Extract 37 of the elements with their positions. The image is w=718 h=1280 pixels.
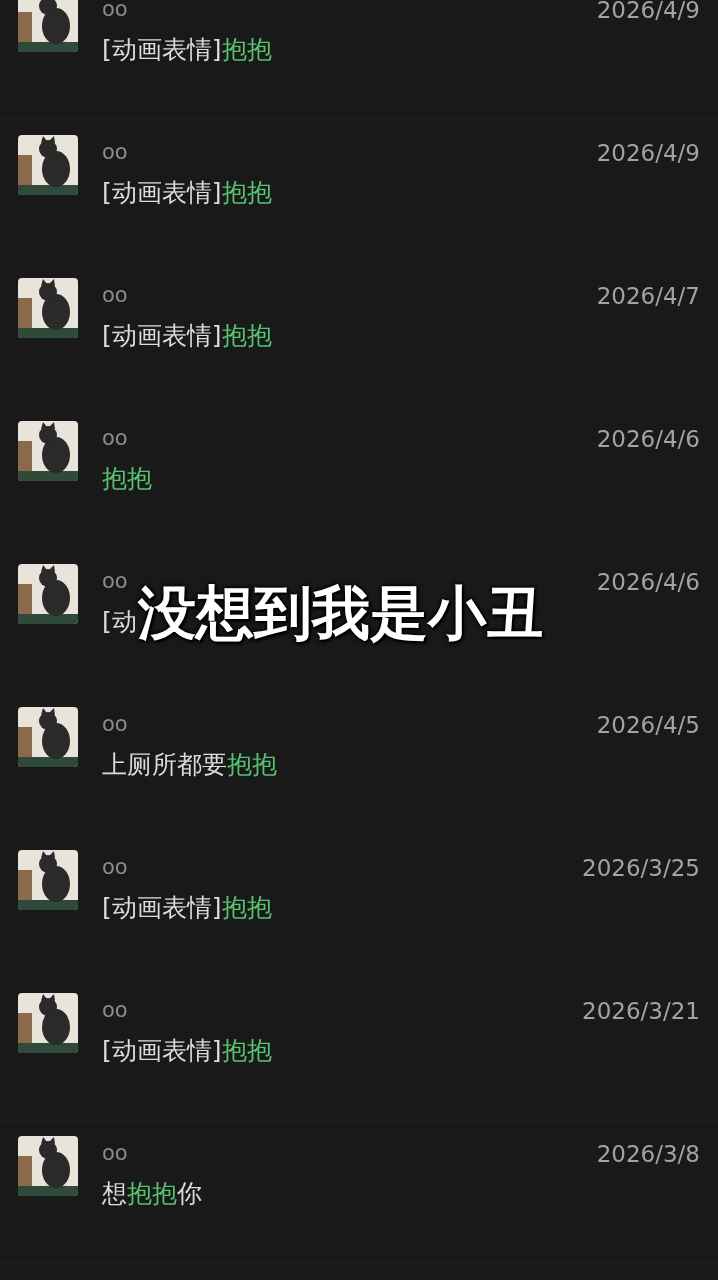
message-text: [动画表情]抱抱 bbox=[102, 177, 272, 209]
message-text: [动画表情]抱抱 bbox=[102, 1035, 272, 1067]
contact-name: oo bbox=[102, 568, 128, 596]
message-date: 2026/4/6 bbox=[596, 424, 700, 454]
message-text: [动画表情]抱抱 bbox=[102, 892, 272, 924]
cat-avatar bbox=[18, 1136, 78, 1196]
message-date: 2026/3/21 bbox=[582, 996, 700, 1026]
cat-avatar bbox=[18, 707, 78, 767]
contact-name: oo bbox=[102, 139, 128, 167]
message-text: [动 bbox=[102, 606, 137, 638]
message-text: [动画表情]抱抱 bbox=[102, 320, 272, 352]
message-date: 2026/4/5 bbox=[596, 710, 700, 740]
contact-name: oo bbox=[102, 711, 128, 739]
contact-name: oo bbox=[102, 282, 128, 310]
cat-avatar bbox=[18, 278, 78, 338]
message-date: 2026/3/8 bbox=[596, 1139, 700, 1169]
message-date: 2026/4/6 bbox=[596, 567, 700, 597]
contact-name: oo bbox=[102, 854, 128, 882]
message-text: 抱抱 bbox=[102, 463, 152, 495]
message-date: 2026/3/25 bbox=[582, 853, 700, 883]
message-date: 2026/4/9 bbox=[596, 138, 700, 168]
contact-name: oo bbox=[102, 0, 128, 24]
cat-avatar bbox=[18, 135, 78, 195]
message-text: 上厕所都要抱抱 bbox=[102, 749, 277, 781]
cat-avatar bbox=[18, 0, 78, 52]
contact-name: oo bbox=[102, 1140, 128, 1168]
message-date: 2026/4/7 bbox=[596, 281, 700, 311]
contact-name: oo bbox=[102, 997, 128, 1025]
video-caption: 没想到我是小丑 bbox=[138, 578, 544, 648]
message-text: [动画表情]抱抱 bbox=[102, 34, 272, 66]
contact-name: oo bbox=[102, 425, 128, 453]
cat-avatar bbox=[18, 564, 78, 624]
cat-avatar bbox=[18, 993, 78, 1053]
cat-avatar bbox=[18, 850, 78, 910]
message-date: 2026/4/9 bbox=[596, 0, 700, 25]
message-text: 想抱抱你 bbox=[102, 1178, 202, 1210]
cat-avatar bbox=[18, 421, 78, 481]
